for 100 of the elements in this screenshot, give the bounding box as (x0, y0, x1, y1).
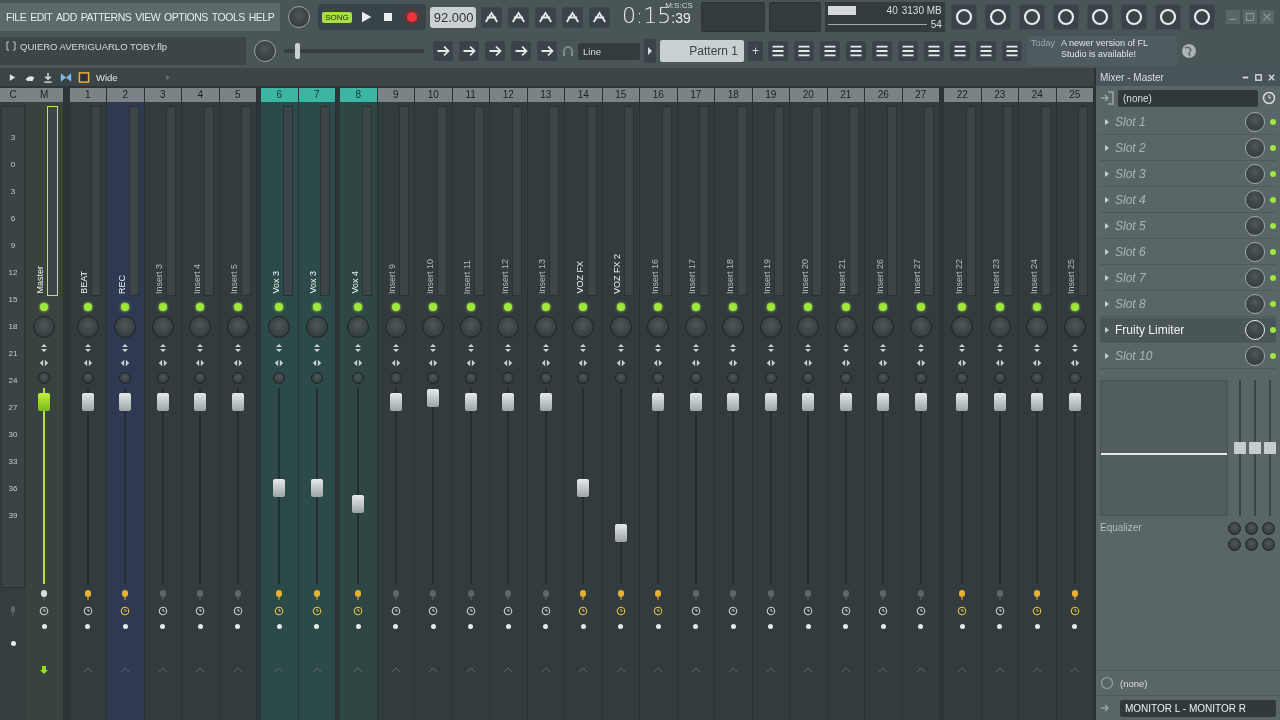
fader-handle[interactable] (802, 392, 815, 411)
fader-handle[interactable] (727, 392, 740, 411)
clock-icon[interactable] (840, 606, 851, 616)
expand-arrow-icon[interactable] (1104, 248, 1110, 256)
menu-item[interactable]: OPTIONS (164, 11, 208, 23)
fader-handle[interactable] (194, 392, 207, 411)
enable-led[interactable] (541, 303, 550, 311)
fader-handle[interactable] (914, 392, 927, 411)
volume-fader[interactable] (802, 388, 815, 584)
expand-arrow-icon[interactable] (1104, 144, 1110, 152)
slot-led[interactable] (1270, 327, 1276, 333)
menu-item[interactable]: PATTERNS (80, 11, 132, 23)
stereo-arrows-icon[interactable] (728, 358, 739, 368)
slot-led[interactable] (1270, 353, 1276, 359)
mixer-track[interactable]: 2 REC (107, 88, 145, 720)
enable-led[interactable] (958, 303, 967, 311)
down-arrow-icon[interactable] (39, 665, 50, 675)
fader-handle[interactable] (231, 392, 244, 411)
fader-handle[interactable] (689, 392, 702, 411)
enable-led[interactable] (1033, 303, 1042, 311)
stereo-arrows-icon[interactable] (803, 358, 814, 368)
route-dot[interactable] (160, 624, 166, 629)
effect-slot[interactable]: Slot 6 (1100, 240, 1276, 265)
slot-led[interactable] (1270, 249, 1276, 255)
fader-handle[interactable] (614, 524, 627, 543)
enable-led[interactable] (841, 303, 850, 311)
enable-led[interactable] (995, 303, 1004, 311)
fader-handle[interactable] (993, 392, 1006, 411)
volume-fader[interactable] (727, 388, 740, 584)
enable-led[interactable] (196, 303, 205, 311)
enable-led[interactable] (40, 303, 49, 311)
stereo-arrows-icon[interactable] (957, 358, 968, 368)
record-arm-icon[interactable] (957, 589, 968, 601)
route-down-icon[interactable] (42, 71, 54, 83)
track-number[interactable]: 16 (640, 88, 677, 102)
track-number[interactable]: M (26, 88, 63, 102)
stereo-arrows-icon[interactable] (120, 358, 131, 368)
expand-arrow-icon[interactable] (1104, 274, 1110, 282)
clock-icon[interactable] (428, 606, 439, 616)
volume-fader[interactable] (273, 388, 286, 584)
snap-dropdown[interactable]: Line (578, 42, 640, 60)
track-number[interactable]: 6 (261, 88, 298, 102)
effect-slot[interactable]: Slot 5 (1100, 214, 1276, 239)
menu-item[interactable]: HELP (248, 11, 275, 23)
maximize-icon[interactable] (1254, 72, 1263, 82)
master-pitch-knob[interactable] (254, 40, 276, 62)
stereo-arrows-icon[interactable] (503, 358, 514, 368)
track-number[interactable]: 27 (902, 88, 939, 102)
input-dropdown[interactable]: (none) (1118, 89, 1258, 107)
enable-led[interactable] (391, 303, 400, 311)
volume-fader[interactable] (156, 388, 169, 584)
enable-led[interactable] (354, 303, 363, 311)
stereo-arrows-icon[interactable] (195, 358, 206, 368)
clock-icon[interactable] (878, 606, 889, 616)
fader-handle[interactable] (502, 392, 515, 411)
equalizer-faders[interactable] (1234, 380, 1276, 516)
clock-icon[interactable] (690, 606, 701, 616)
mixer-track[interactable]: 13 Insert 13 (527, 88, 565, 720)
stereo-arrows-icon[interactable] (82, 358, 93, 368)
track-number[interactable]: 9 (377, 88, 414, 102)
track-number[interactable]: 3 (144, 88, 181, 102)
clock-icon[interactable] (1262, 91, 1276, 105)
fader-handle[interactable] (464, 392, 477, 411)
arrow-right-icon[interactable] (458, 40, 480, 62)
track-number[interactable]: 15 (602, 88, 639, 102)
mixer-track[interactable]: 12 Insert 12 (490, 88, 528, 720)
record-arm-icon[interactable] (39, 589, 50, 601)
route-dot[interactable] (1034, 624, 1040, 629)
pattern-selector[interactable]: Pattern 1 (660, 40, 744, 62)
enable-led[interactable] (616, 303, 625, 311)
slot-led[interactable] (1270, 223, 1276, 229)
up-down-arrows-icon[interactable] (195, 343, 206, 353)
volume-fader[interactable] (81, 388, 94, 584)
clock-icon[interactable] (1069, 606, 1080, 616)
mixer-track[interactable]: 3 Insert 3 (144, 88, 182, 720)
track-number[interactable]: 8 (340, 88, 377, 102)
mix-knob[interactable] (1245, 138, 1265, 158)
view-mode-dropdown[interactable]: Wide (96, 71, 118, 83)
clock-icon[interactable] (353, 606, 364, 616)
mixer-track[interactable]: 10 Insert 10 (415, 88, 453, 720)
track-number[interactable]: 21 (827, 88, 864, 102)
mixer-track[interactable]: 8 Vox 4 (340, 88, 378, 720)
clock-icon[interactable] (39, 606, 50, 616)
record-arm-icon[interactable] (120, 589, 131, 601)
enable-led[interactable] (916, 303, 925, 311)
fader-handle[interactable] (577, 478, 590, 497)
mixer-track[interactable]: 5 Insert 5 (219, 88, 257, 720)
clock-icon[interactable] (157, 606, 168, 616)
mixer-track[interactable]: 21 Insert 21 (827, 88, 865, 720)
track-number[interactable]: 26 (865, 88, 902, 102)
enable-led[interactable] (429, 303, 438, 311)
output-dropdown[interactable]: MONITOR L - MONITOR R (1120, 699, 1276, 717)
enable-led[interactable] (766, 303, 775, 311)
volume-fader[interactable] (914, 388, 927, 584)
stereo-arrows-icon[interactable] (311, 358, 322, 368)
stereo-arrows-icon[interactable] (1069, 358, 1080, 368)
enable-led[interactable] (654, 303, 663, 311)
stereo-arrows-icon[interactable] (615, 358, 626, 368)
route-dot[interactable] (805, 624, 811, 629)
enable-led[interactable] (121, 303, 130, 311)
